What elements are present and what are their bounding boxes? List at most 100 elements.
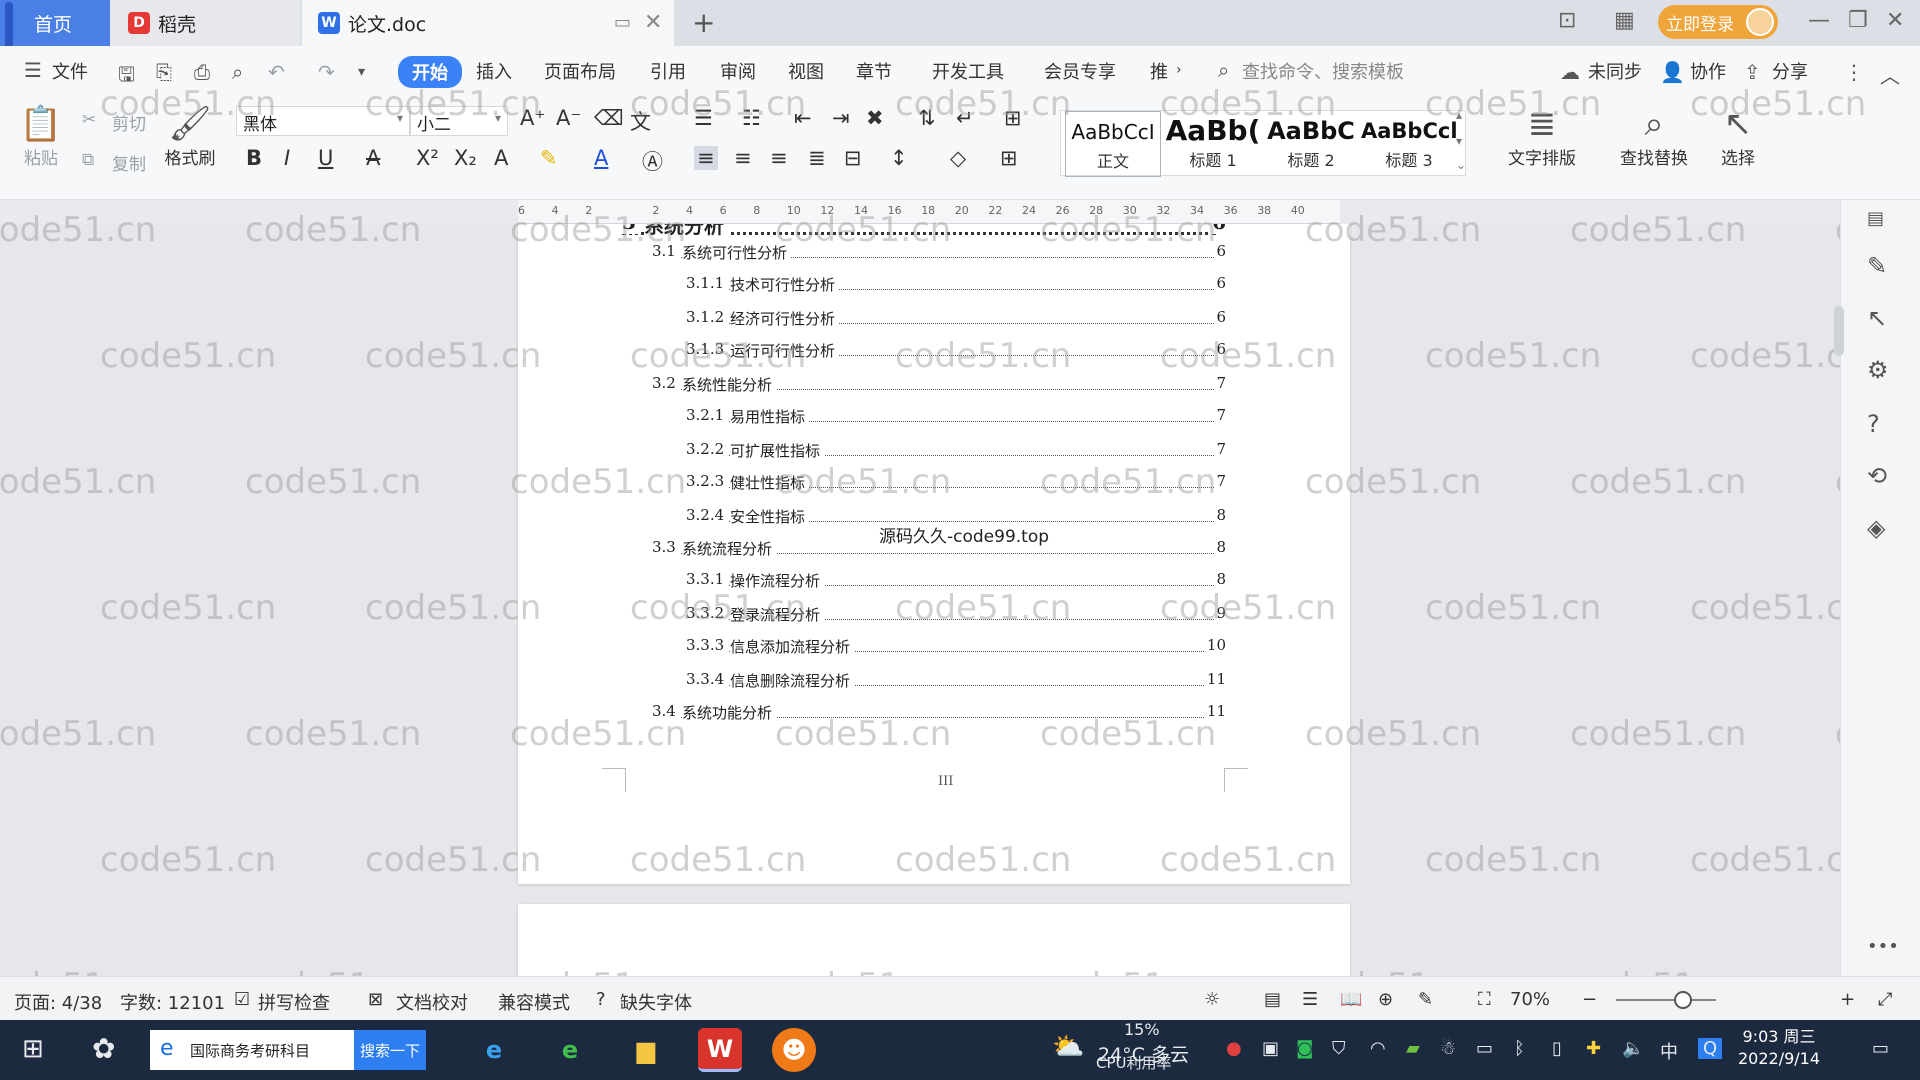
close-tab-icon[interactable]: ✕ <box>644 10 662 35</box>
menu-file[interactable]: 文件 <box>52 58 88 84</box>
horizontal-ruler[interactable]: 6 4 2 2 4 6 8 10 12 14 16 18 20 22 24 26 28 30 32 34 36 38 40 <box>518 200 1340 224</box>
browser-360-icon[interactable]: e <box>548 1028 592 1072</box>
align-right-icon[interactable]: ≡ <box>770 146 788 170</box>
find-replace-button[interactable]: ⌕ 查找替换 <box>1606 104 1702 169</box>
zoom-slider[interactable] <box>1616 991 1716 1009</box>
menu-chapter[interactable]: 章节 <box>856 58 892 84</box>
battery-icon[interactable]: ▭ <box>1476 1038 1493 1059</box>
quick-access-dropdown-icon[interactable]: ▾ <box>358 64 365 80</box>
tray-q-icon[interactable]: Q <box>1698 1038 1723 1059</box>
windows-start-icon[interactable]: ⊞ <box>22 1034 44 1064</box>
zoom-in-icon[interactable]: + <box>1840 989 1855 1010</box>
export-pdf-icon[interactable]: ⎘ <box>156 60 172 84</box>
more-options-icon[interactable]: ⋮ <box>1844 60 1864 84</box>
numbered-list-icon[interactable]: ☷ <box>742 106 761 130</box>
page-view-icon[interactable]: ▤ <box>1264 989 1281 1010</box>
document-page-next[interactable] <box>518 904 1350 976</box>
tab-docer[interactable]: D 稻壳 <box>110 0 300 46</box>
app-grid-icon[interactable]: ▦ <box>1614 8 1635 33</box>
line-spacing-icon[interactable]: ↕ <box>890 146 908 170</box>
menu-recommend[interactable]: 推 <box>1150 58 1168 84</box>
backup-icon[interactable]: ⟲ <box>1867 462 1887 490</box>
toc-entry[interactable]: 3.2 系统性能分析 7 <box>518 374 1350 400</box>
bold-icon[interactable]: B <box>246 146 262 170</box>
tray-shield-icon[interactable]: ⛉ <box>1332 1038 1346 1059</box>
tray-folder-icon[interactable]: ▣ <box>1262 1038 1279 1059</box>
grow-font-icon[interactable]: A⁺ <box>520 106 545 130</box>
styles-scroll-down-icon[interactable]: ▾ <box>1456 134 1462 148</box>
fit-page-icon[interactable]: ⛶ <box>1478 989 1491 1010</box>
taskbar-search-input[interactable]: e 国际商务考研科目 <box>150 1030 354 1070</box>
toc-entry[interactable]: 3.4 系统功能分析 11 <box>518 702 1350 728</box>
font-size-select[interactable]: 小二 <box>410 106 508 136</box>
volume-icon[interactable]: 🔈 <box>1622 1038 1644 1059</box>
styles-expand-icon[interactable]: ⌄ <box>1456 158 1466 172</box>
select-button[interactable]: ↖ 选择 <box>1708 104 1768 169</box>
help-icon[interactable]: ? <box>1867 410 1880 438</box>
strikethrough-icon[interactable]: A <box>366 146 380 170</box>
eye-protection-icon[interactable]: ☼ <box>1204 989 1220 1010</box>
doc-proof-button[interactable]: 文档校对 <box>396 989 468 1015</box>
tray-360-icon[interactable]: ✚ <box>1586 1038 1601 1059</box>
reading-layout-icon[interactable]: ⊡ <box>1558 8 1576 33</box>
toc-entry[interactable]: 3.1.1 技术可行性分析 6 <box>518 274 1350 300</box>
input-method-indicator[interactable]: 中 <box>1660 1038 1678 1064</box>
spell-check-button[interactable]: 拼写检查 <box>258 989 330 1015</box>
font-name-select[interactable]: 黑体 <box>236 106 410 136</box>
tray-wechat-icon[interactable]: ◙ <box>1296 1038 1313 1059</box>
fullscreen-icon[interactable]: ⤢ <box>1878 989 1892 1010</box>
bullet-list-icon[interactable]: ☰ <box>694 106 713 130</box>
hamburger-icon[interactable]: ☰ <box>24 58 42 82</box>
justify-icon[interactable]: ≣ <box>808 146 826 170</box>
zoom-out-icon[interactable]: − <box>1582 989 1597 1010</box>
paragraph-mark-icon[interactable]: ↵ <box>956 106 974 130</box>
panel-toggle-icon[interactable]: ▤ <box>1867 208 1884 229</box>
task-view-icon[interactable]: ✿ <box>92 1032 115 1065</box>
redo-icon[interactable]: ↷ <box>318 60 335 84</box>
login-button[interactable]: 立即登录 <box>1658 5 1778 39</box>
chinese-layout-icon[interactable]: ✖ <box>866 106 884 130</box>
toc-entry[interactable]: 3.2.3 健壮性指标 7 <box>518 472 1350 498</box>
wifi-icon[interactable]: ◠ <box>1370 1038 1386 1059</box>
tray-app-icon[interactable]: ● <box>1226 1038 1242 1059</box>
decrease-indent-icon[interactable]: ⇤ <box>794 106 812 130</box>
document-page[interactable]: 3系统分析63.1系统可行性分析63.1.1技术可行性分析63.1.2经济可行性… <box>518 224 1350 884</box>
menu-view[interactable]: 视图 <box>788 58 824 84</box>
menu-review[interactable]: 审阅 <box>720 58 756 84</box>
window-float-icon[interactable]: ▭ <box>614 12 631 33</box>
text-effect-icon[interactable]: A <box>494 146 508 170</box>
shading-icon[interactable]: ◇ <box>950 146 966 170</box>
notification-icon[interactable]: ▭ <box>1872 1038 1889 1059</box>
checkbox-icon[interactable]: ☑ <box>234 989 250 1010</box>
cut-button[interactable]: 剪切 <box>112 110 146 135</box>
menu-developer[interactable]: 开发工具 <box>932 58 1004 84</box>
toc-entry[interactable]: 3.1 系统可行性分析 6 <box>518 242 1350 268</box>
share-button[interactable]: 分享 <box>1772 58 1808 84</box>
file-explorer-icon[interactable]: ▆ <box>624 1028 668 1072</box>
text-layout-button[interactable]: ≣ 文字排版 <box>1494 104 1590 169</box>
style-heading-1[interactable]: AaBb( 标题 1 <box>1165 111 1261 177</box>
table-tabs-icon[interactable]: ⊞ <box>1004 106 1022 130</box>
outline-view-icon[interactable]: ☰ <box>1302 989 1318 1010</box>
collaborate-button[interactable]: 协作 <box>1690 58 1726 84</box>
toc-entry[interactable]: 3.3.2 登录流程分析 9 <box>518 604 1350 630</box>
tray-qq-icon[interactable]: ☃ <box>1440 1038 1456 1059</box>
align-left-icon[interactable]: ≡ <box>694 146 718 170</box>
copy-button[interactable]: 复制 <box>112 150 146 175</box>
zoom-level-select[interactable]: 70% <box>1510 989 1550 1010</box>
tray-nvidia-icon[interactable]: ▰ <box>1406 1038 1420 1059</box>
more-icon[interactable]: ••• <box>1867 936 1899 957</box>
web-view-icon[interactable]: ⊕ <box>1378 989 1393 1010</box>
font-color-icon[interactable]: A <box>594 146 608 170</box>
app-avatar-icon[interactable]: ☻ <box>772 1028 816 1072</box>
undo-icon[interactable]: ↶ <box>268 60 285 84</box>
menu-references[interactable]: 引用 <box>650 58 686 84</box>
subscript-icon[interactable]: X₂ <box>454 146 477 170</box>
sort-icon[interactable]: ⇅ <box>918 106 936 130</box>
paste-button[interactable]: 📋 粘贴 <box>16 104 66 169</box>
save-icon[interactable]: 🖫 <box>118 60 135 94</box>
styles-scroll-up-icon[interactable]: ▴ <box>1456 108 1462 122</box>
toc-entry[interactable]: 3.3.4 信息删除流程分析 11 <box>518 670 1350 696</box>
toc-entry[interactable]: 3.2.2 可扩展性指标 7 <box>518 440 1350 466</box>
align-center-icon[interactable]: ≡ <box>734 146 752 170</box>
